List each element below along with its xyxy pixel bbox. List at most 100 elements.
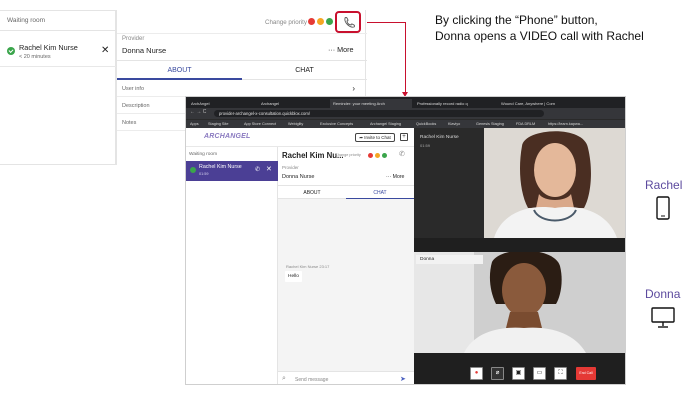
patient-row-selected[interactable]: Rachel Kim Nurse 01:59 ✆ ✕ [186, 161, 278, 181]
browser-tab[interactable]: Professionally record radio q [414, 99, 496, 108]
app-waiting-room: Waiting room Rachel Kim Nurse 01:59 ✆ ✕ [186, 147, 278, 384]
message-meta: Rachel Kim Nurse 23:17 [286, 264, 330, 269]
arrow-line-horizontal [367, 22, 406, 23]
provider-name: Donna Nurse [122, 46, 167, 55]
add-icon[interactable]: + [400, 133, 408, 141]
patient-call-time: 01:59 [199, 172, 209, 176]
more-button[interactable]: ··· More [386, 174, 404, 180]
tab-about[interactable]: ABOUT [117, 61, 242, 80]
bookmark[interactable]: Exclusive Concepts [320, 122, 353, 126]
priority-red-button[interactable] [308, 18, 315, 25]
local-person-image [414, 252, 625, 353]
local-video-feed [414, 252, 625, 353]
fullscreen-button[interactable]: ⛶ [554, 367, 567, 380]
bookmark[interactable]: QuickBooks [416, 122, 436, 126]
video-call-panel: Rachel Kim Nurse 01:59 Donna ● ⌀ ▣ ▭ ⛶ E… [414, 128, 625, 384]
app-header: ARCHANGEL ➦ Invite to Chat + [186, 128, 414, 147]
bookmark[interactable]: Klaviyo [448, 122, 460, 126]
close-icon[interactable]: ✕ [101, 46, 109, 56]
priority-green-button[interactable] [326, 18, 333, 25]
provider-label: Provider [282, 165, 299, 170]
user-info-label: User info [122, 86, 145, 92]
change-priority-label: Change priority [335, 153, 361, 157]
invite-to-chat-button[interactable]: ➦ Invite to Chat [355, 133, 395, 142]
patient-wait-time: < 20 minutes [19, 54, 51, 60]
bookmark[interactable]: Archangel Staging [370, 122, 401, 126]
annotation-line-1: By clicking the “Phone” button, [435, 13, 598, 27]
record-icon: ● [474, 370, 479, 376]
donna-label: Donna [645, 287, 681, 301]
screen-share-button[interactable]: ▭ [533, 367, 546, 380]
send-icon[interactable]: ➤ [400, 375, 406, 383]
bookmark[interactable]: Staging Site [208, 122, 228, 126]
chat-history: Rachel Kim Nurse 23:17 Hello [278, 199, 414, 371]
tab-chat[interactable]: CHAT [242, 61, 367, 80]
bookmark[interactable]: FDA DRLM [516, 122, 535, 126]
bookmark[interactable]: Genesis Staging [476, 122, 504, 126]
desktop-monitor-icon [651, 307, 675, 328]
browser-tab-bar: ArchAngel Archangel Reminder: your meeti… [186, 97, 625, 108]
waiting-room-panel: Waiting room Rachel Kim Nurse < 20 minut… [0, 10, 116, 165]
bookmark[interactable]: App Store Connect [244, 122, 276, 126]
paperclip-icon[interactable]: ⌕ [282, 375, 286, 383]
detail-header: Change priority [117, 10, 367, 34]
bookmark[interactable]: Apps [190, 122, 199, 126]
browser-tab[interactable]: Reminder: your meeting Arch [330, 99, 412, 108]
phone-icon[interactable]: ✆ [399, 150, 405, 158]
tab-about[interactable]: ABOUT [278, 186, 346, 199]
priority-green-button[interactable] [382, 153, 387, 158]
end-call-button[interactable]: End Call [576, 367, 596, 380]
close-icon[interactable]: ✕ [266, 165, 272, 173]
annotation-text: By clicking the “Phone” button, Donna op… [435, 12, 644, 44]
rachel-label: Rachel [645, 178, 683, 192]
video-toggle-button[interactable]: ▣ [512, 367, 525, 380]
remote-person-image [484, 128, 625, 238]
nav-arrows-icon[interactable]: ← → C [190, 109, 206, 115]
bookmarks-bar: Apps Staging Site App Store Connect Webi… [186, 119, 625, 128]
phone-icon[interactable]: ✆ [255, 166, 260, 173]
patient-name: Rachel Kim Nurse [19, 43, 78, 52]
send-message-input[interactable]: Send message [295, 377, 328, 383]
record-button[interactable]: ● [470, 367, 483, 380]
detail-tabs: ABOUT CHAT [117, 60, 367, 80]
screen-icon: ▭ [536, 370, 543, 376]
annotation-line-2: Donna opens a VIDEO call with Rachel [435, 29, 644, 43]
patient-row[interactable]: Rachel Kim Nurse < 20 minutes ✕ [0, 37, 116, 67]
priority-yellow-button[interactable] [317, 18, 324, 25]
browser-window: ArchAngel Archangel Reminder: your meeti… [185, 96, 626, 385]
priority-yellow-button[interactable] [375, 153, 380, 158]
bookmark[interactable]: https://learn.kapwa... [548, 122, 583, 126]
provider-label: Provider [122, 36, 145, 42]
mute-button[interactable]: ⌀ [491, 367, 504, 380]
status-check-icon [7, 47, 15, 55]
chat-tabs: ABOUT CHAT [278, 185, 414, 199]
bookmark[interactable]: Webiglity [288, 122, 303, 126]
call-controls: ● ⌀ ▣ ▭ ⛶ End Call [414, 360, 625, 384]
browser-tab[interactable]: Archangel [258, 99, 328, 108]
more-button[interactable]: ··· More [328, 45, 354, 54]
archangel-logo: ARCHANGEL [204, 133, 251, 140]
browser-tab[interactable]: ArchAngel [188, 99, 256, 108]
tab-chat[interactable]: CHAT [346, 186, 414, 199]
provider-name: Donna Nurse [282, 174, 315, 180]
fullscreen-icon: ⛶ [558, 370, 563, 376]
user-info-row[interactable]: User info › [117, 81, 367, 97]
archangel-app: ARCHANGEL ➦ Invite to Chat + Waiting roo… [186, 128, 414, 384]
local-participant-label: Donna [416, 255, 483, 264]
browser-tab[interactable]: Wound Care, Anywhere | Corn [498, 99, 580, 108]
mic-off-icon: ⌀ [495, 370, 500, 376]
priority-red-button[interactable] [368, 153, 373, 158]
remote-participant-name: Rachel Kim Nurse [420, 135, 459, 140]
invite-to-chat-label: Invite to Chat [364, 135, 391, 140]
url-field[interactable]: provider-archangel-x-consultation.quickb… [214, 110, 544, 117]
description-label: Description [122, 103, 150, 109]
patient-name: Rachel Kim Nurse [199, 164, 242, 170]
change-priority-label: Change priority [265, 19, 307, 26]
call-duration: 01:59 [420, 143, 431, 148]
camera-off-icon: ▣ [515, 370, 522, 376]
notes-label: Notes [122, 120, 137, 126]
waiting-room-label: Waiting room [0, 11, 116, 31]
status-check-icon [190, 167, 196, 173]
phone-button[interactable] [335, 11, 361, 33]
browser-address-bar: ← → C provider-archangel-x-consultation.… [186, 108, 625, 119]
